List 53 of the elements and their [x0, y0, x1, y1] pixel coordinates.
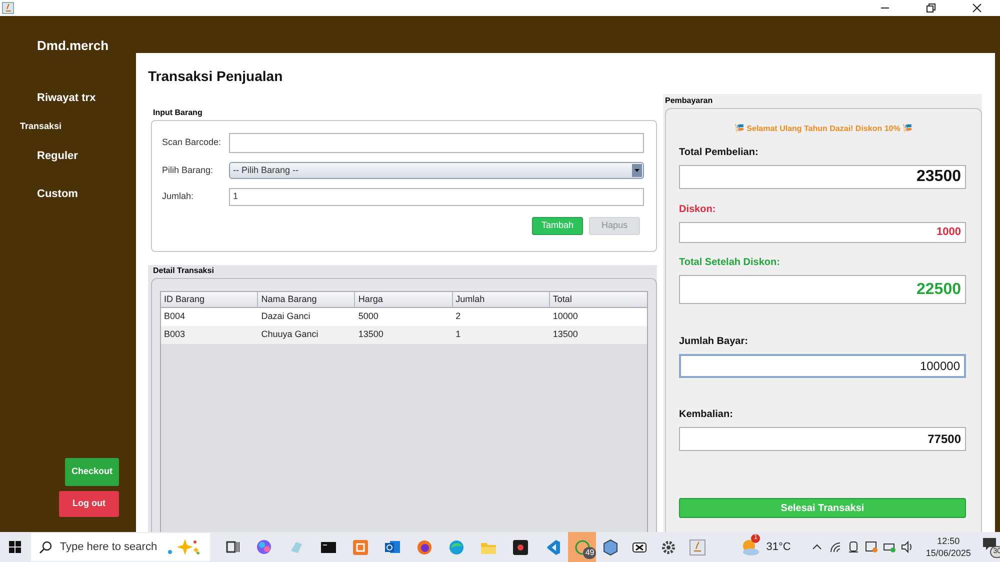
quantity-field[interactable]: 1: [229, 188, 644, 206]
field-label: Total Pembelian:: [679, 146, 758, 160]
item-dropdown[interactable]: -- Pilih Barang --: [229, 162, 644, 179]
table-cell-text: 13500: [552, 328, 579, 342]
chat-app-button[interactable]: 49: [568, 532, 596, 562]
amount-field[interactable]: 100000: [679, 354, 966, 378]
amount-field[interactable]: 77500: [679, 427, 966, 451]
table-cell-text: 10000: [552, 310, 579, 324]
table-cell-text: Dazai Ganci: [260, 310, 312, 324]
section-title: Detail Transaksi: [153, 265, 214, 277]
column-header[interactable]: Total: [550, 292, 648, 307]
section-title: Pembayaran: [665, 95, 713, 107]
sidebar-item[interactable]: Custom: [37, 186, 78, 202]
display-icon[interactable]: [864, 540, 878, 554]
speaker-icon[interactable]: [900, 540, 914, 554]
table-cell-text: B003: [163, 328, 186, 342]
brand-title: Dmd.merch: [37, 37, 109, 55]
sidebar-item[interactable]: Reguler: [37, 148, 78, 164]
unread-badge: 49: [583, 547, 596, 559]
section-title: Input Barang: [153, 107, 202, 119]
field-label: Jumlah:: [162, 190, 195, 204]
promo-text: 🎏 Selamat Ulang Tahun Dazai! Diskon 10% 🎏: [734, 123, 913, 135]
table-cell-text: 2: [454, 310, 462, 324]
field-label: Total Setelah Diskon:: [679, 256, 780, 270]
java-app-icon: [2, 2, 14, 14]
clock[interactable]: 12:50 15/06/2025: [926, 535, 971, 559]
field-label: Diskon:: [679, 203, 716, 217]
table-cell-text: 13500: [357, 328, 384, 342]
search-icon: [38, 540, 52, 554]
field-label: Kembalian:: [679, 408, 733, 422]
sidebar-item[interactable]: Riwayat trx: [37, 90, 96, 106]
column-header[interactable]: Jumlah: [452, 292, 550, 307]
search-field[interactable]: Type here to search: [30, 533, 210, 561]
column-header[interactable]: ID Barang: [161, 292, 258, 307]
amount-field[interactable]: 1000: [679, 222, 966, 243]
wifi-icon[interactable]: [828, 540, 842, 554]
logout-button[interactable]: Log out: [59, 491, 119, 517]
sidebar-heading: Transaksi: [20, 120, 62, 133]
amount-field[interactable]: 23500: [679, 165, 966, 189]
dropdown-caret-icon: [632, 164, 642, 177]
table-cell-text: 1: [454, 328, 462, 342]
table-cell-text: B004: [163, 310, 186, 324]
message-icon: [982, 538, 996, 550]
barcode-field[interactable]: [229, 133, 644, 153]
field-label: Jumlah Bayar:: [679, 335, 748, 349]
column-header[interactable]: Nama Barang: [258, 292, 356, 307]
table-cell-text: 5000: [357, 310, 380, 324]
field-label: Pilih Barang:: [162, 164, 214, 177]
field-label: Scan Barcode:: [162, 136, 222, 150]
weather-icon: [740, 538, 760, 556]
page-title: Transaksi Penjualan: [148, 67, 283, 86]
column-header[interactable]: Harga: [355, 292, 453, 307]
table-cell-text: Chuuya Ganci: [260, 328, 320, 342]
